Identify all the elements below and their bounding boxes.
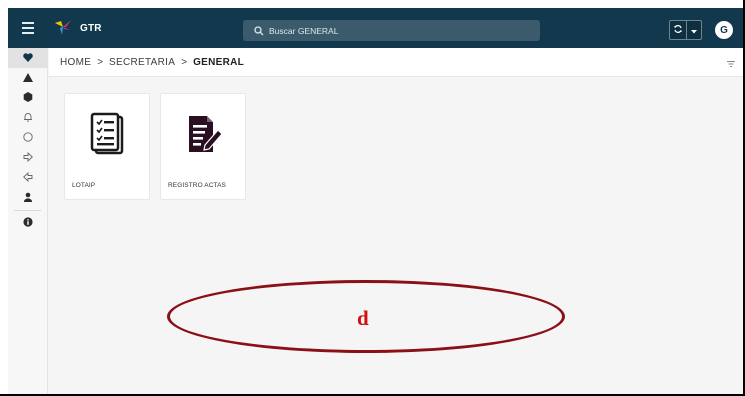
breadcrumb-separator: >: [181, 56, 188, 68]
hexagon-icon: [23, 89, 33, 107]
app-title: GTR: [80, 22, 102, 34]
hamburger-icon: [22, 21, 34, 36]
circle-icon: [23, 129, 33, 147]
sidebar-item-modules[interactable]: [8, 88, 48, 108]
sidebar-divider: [14, 210, 41, 211]
bell-icon: [23, 109, 33, 127]
breadcrumb: HOME > SECRETARIA > GENERAL: [49, 48, 745, 77]
sync-control: [669, 20, 702, 40]
sidebar-item-back[interactable]: [8, 168, 48, 188]
document-edit-icon: [185, 112, 223, 158]
sync-button[interactable]: [670, 21, 688, 39]
sidebar-item-notifications[interactable]: [8, 108, 48, 128]
tile-label: REGISTRO ACTAS: [168, 182, 226, 189]
heart-icon: [23, 49, 33, 67]
arrow-right-icon: [23, 149, 33, 167]
tile-lotaip[interactable]: LOTAIP: [64, 93, 150, 200]
search-bar[interactable]: [243, 20, 540, 41]
info-icon: [23, 214, 33, 232]
sidebar-item-alerts[interactable]: [8, 68, 48, 88]
annotation-label: d: [357, 306, 369, 330]
user-icon: [23, 189, 33, 207]
chevron-down-icon: [691, 21, 698, 39]
menu-button[interactable]: [8, 8, 48, 48]
app-logo: [52, 17, 74, 39]
breadcrumb-separator: >: [97, 56, 104, 68]
filter-icon[interactable]: [725, 57, 737, 69]
checklist-document-icon: [89, 112, 127, 158]
sync-icon: [673, 21, 683, 39]
triangle-icon: [23, 69, 33, 87]
sidebar-item-status[interactable]: [8, 128, 48, 148]
sidebar-item-forward[interactable]: [8, 148, 48, 168]
breadcrumb-secretaria[interactable]: SECRETARIA: [109, 57, 175, 68]
breadcrumb-home[interactable]: HOME: [60, 57, 91, 68]
sidebar: [8, 48, 48, 396]
sidebar-item-info[interactable]: [8, 213, 48, 233]
tile-label: LOTAIP: [72, 182, 96, 189]
breadcrumb-current: GENERAL: [193, 56, 245, 68]
sidebar-item-favorites[interactable]: [8, 48, 48, 68]
user-avatar[interactable]: G: [715, 21, 733, 39]
top-bar: GTR Buscar GENERAL G: [8, 8, 745, 48]
tile-registro-actas[interactable]: REGISTRO ACTAS: [160, 93, 246, 200]
search-input[interactable]: [269, 25, 519, 36]
sync-dropdown-button[interactable]: [687, 21, 701, 39]
sidebar-item-profile[interactable]: [8, 188, 48, 208]
arrow-left-icon: [23, 169, 33, 187]
search-icon: [249, 20, 269, 41]
